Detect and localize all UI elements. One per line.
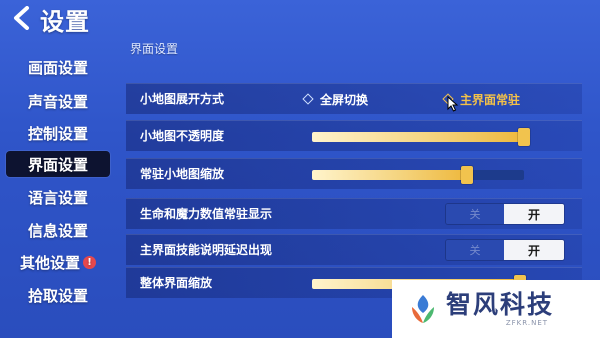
toggle-on-option[interactable]: 开 xyxy=(504,240,564,260)
logo-url: ZFKR.NET xyxy=(505,319,549,327)
skill-delay-toggle[interactable]: 关 开 xyxy=(446,240,564,260)
skill-delay-label: 主界面技能说明延迟出现 xyxy=(140,243,273,257)
slider-fill xyxy=(312,170,467,180)
sidebar-item-label: 拾取设置 xyxy=(27,286,88,305)
watermark-logo: 智风科技 ZFKR.NET xyxy=(392,280,600,338)
ui-scale-label: 整体界面缩放 xyxy=(140,276,213,290)
slider-fill xyxy=(312,132,524,142)
settings-sidebar: 画面设置 声音设置 控制设置 界面设置 语言设置 信息设置 其他设置 ! 拾取设… xyxy=(0,52,120,338)
sidebar-item-label: 界面设置 xyxy=(27,155,88,174)
section-title: 界面设置 xyxy=(130,42,179,56)
minimap-scale-label: 常驻小地图缩放 xyxy=(140,167,225,181)
alert-badge: ! xyxy=(83,255,96,269)
sidebar-item-other[interactable]: 其他设置 ! xyxy=(6,249,110,275)
toggle-off-option[interactable]: 关 xyxy=(446,204,504,224)
sidebar-item-interface[interactable]: 界面设置 xyxy=(6,151,110,177)
minimap-mode-row: 小地图展开方式 全屏切换 主界面常驻 xyxy=(126,83,582,114)
hp-mp-display-toggle[interactable]: 关 开 xyxy=(446,204,564,224)
chevron-left-icon xyxy=(14,6,29,30)
toggle-off-option[interactable]: 关 xyxy=(446,240,504,260)
back-button[interactable] xyxy=(8,4,36,32)
sidebar-item-label: 声音设置 xyxy=(27,92,88,111)
diamond-radio-icon xyxy=(302,93,314,105)
toggle-on-option[interactable]: 开 xyxy=(504,204,564,224)
logo-name: 智风科技 xyxy=(446,290,555,319)
hp-mp-display-row: 生命和魔力数值常驻显示 关 开 xyxy=(126,198,582,229)
sidebar-item-label: 控制设置 xyxy=(27,124,88,143)
sidebar-item-label: 语言设置 xyxy=(27,188,88,207)
page-title: 设置 xyxy=(40,8,90,36)
minimap-opacity-slider[interactable] xyxy=(312,128,530,146)
minimap-scale-slider[interactable] xyxy=(312,166,524,184)
radio-label: 全屏切换 xyxy=(320,92,369,107)
radio-label: 主界面常驻 xyxy=(460,92,521,107)
sidebar-item-info[interactable]: 信息设置 xyxy=(6,217,110,243)
sidebar-item-label: 其他设置 xyxy=(19,253,80,272)
slider-thumb[interactable] xyxy=(518,128,530,146)
sidebar-item-display[interactable]: 画面设置 xyxy=(6,54,110,80)
minimap-opacity-row: 小地图不透明度 xyxy=(126,120,582,151)
slider-thumb[interactable] xyxy=(460,166,473,184)
minimap-opacity-label: 小地图不透明度 xyxy=(140,129,225,143)
minimap-scale-row: 常驻小地图缩放 xyxy=(126,158,582,189)
sidebar-item-label: 画面设置 xyxy=(27,58,88,77)
sidebar-item-language[interactable]: 语言设置 xyxy=(6,184,110,210)
sidebar-item-pickup[interactable]: 拾取设置 xyxy=(6,282,110,308)
skill-delay-row: 主界面技能说明延迟出现 关 开 xyxy=(126,234,582,265)
logo-texts: 智风科技 ZFKR.NET xyxy=(446,290,555,328)
radio-fullscreen-toggle[interactable]: 全屏切换 xyxy=(302,84,369,114)
sidebar-item-label: 信息设置 xyxy=(27,221,88,240)
hp-mp-display-label: 生命和魔力数值常驻显示 xyxy=(140,207,273,221)
sidebar-item-controls[interactable]: 控制设置 xyxy=(6,120,110,146)
settings-screen: 设置 画面设置 声音设置 控制设置 界面设置 语言设置 信息设置 其他设置 ! … xyxy=(0,0,600,338)
sidebar-item-sound[interactable]: 声音设置 xyxy=(6,88,110,114)
minimap-mode-label: 小地图展开方式 xyxy=(140,92,225,106)
leaf-logo-icon xyxy=(412,295,434,323)
mouse-cursor-icon xyxy=(447,96,459,112)
